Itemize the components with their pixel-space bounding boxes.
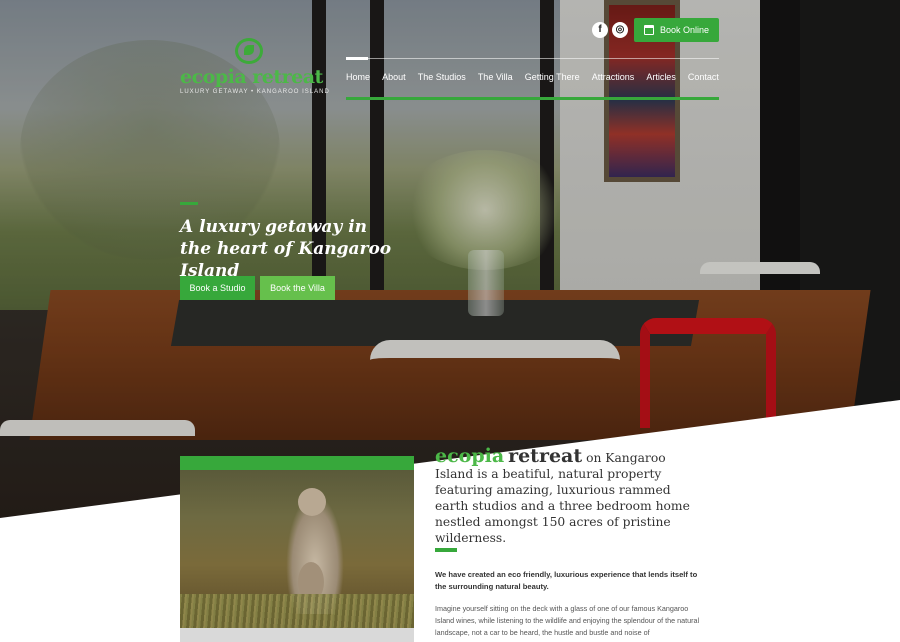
logo-name: ecopia retreat [180, 66, 323, 88]
headline-text: on Kangaroo Island is a beatiful, natura… [435, 451, 690, 545]
nav-active-indicator [346, 57, 368, 60]
site-logo[interactable]: ecopia retreat LUXURY GETAWAY • KANGAROO… [180, 38, 330, 95]
leaf-logo-icon [235, 38, 263, 64]
nav-item-contact[interactable]: Contact [688, 72, 719, 82]
facebook-icon[interactable]: f [592, 22, 608, 38]
kangaroo-photo [180, 470, 414, 628]
logo-tagline: LUXURY GETAWAY • KANGAROO ISLAND [180, 89, 330, 95]
main-nav: Home About The Studios The Villa Getting… [346, 72, 719, 82]
intro-body-text: Imagine yourself sitting on the deck wit… [435, 604, 700, 637]
nav-item-attractions[interactable]: Attractions [592, 72, 635, 82]
nav-item-articles[interactable]: Articles [646, 72, 676, 82]
nav-item-getting-there[interactable]: Getting There [525, 72, 580, 82]
book-villa-button[interactable]: Book the Villa [260, 276, 335, 300]
kangaroo-image-card [180, 456, 414, 642]
image-card-footer [180, 628, 414, 642]
nav-divider [346, 58, 719, 59]
nav-underline [346, 97, 719, 100]
kangaroo-head [298, 488, 326, 516]
nav-item-about[interactable]: About [382, 72, 406, 82]
grass [180, 594, 414, 628]
headline-brand-ecopia: ecopia [435, 445, 505, 467]
hero-accent-bar [180, 202, 198, 205]
nav-item-the-villa[interactable]: The Villa [478, 72, 513, 82]
intro-bold-text: We have created an eco friendly, luxurio… [435, 570, 698, 591]
nav-item-the-studios[interactable]: The Studios [418, 72, 466, 82]
image-card-green-bar [180, 456, 414, 470]
headline-brand-retreat: retreat [508, 445, 583, 467]
intro-accent-bar [435, 548, 457, 552]
book-online-label: Book Online [659, 25, 710, 35]
nav-item-home[interactable]: Home [346, 72, 370, 82]
calendar-icon [643, 25, 654, 35]
intro-headline: ecopia retreat on Kangaroo Island is a b… [435, 445, 707, 546]
book-studio-button[interactable]: Book a Studio [180, 276, 255, 300]
instagram-icon[interactable]: ◎ [612, 22, 628, 38]
hero-title: A luxury getaway in the heart of Kangaro… [180, 217, 392, 281]
book-online-button[interactable]: Book Online [634, 18, 719, 42]
